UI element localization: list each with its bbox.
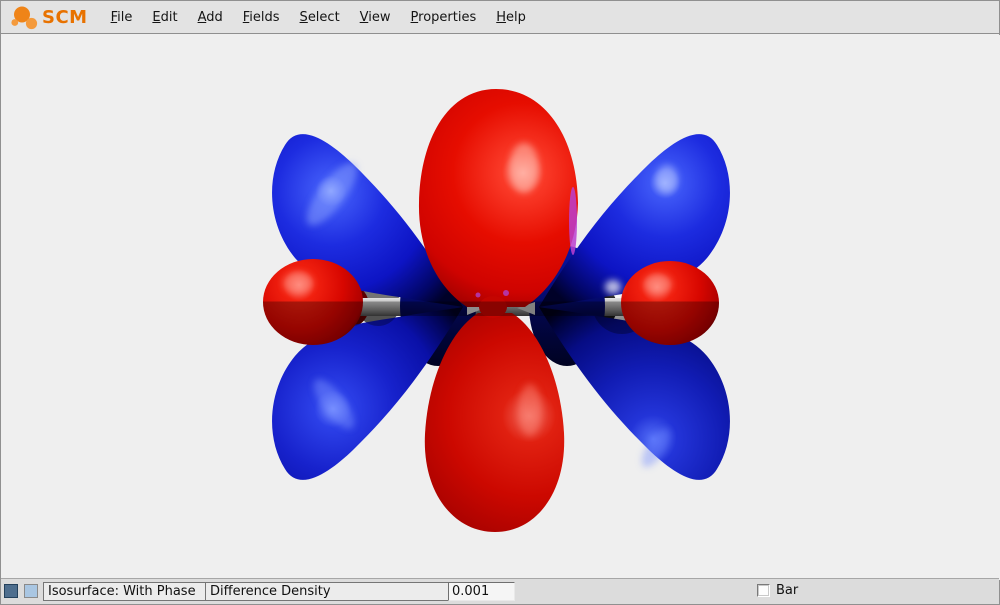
- menu-select[interactable]: Select: [292, 7, 348, 28]
- menu-properties[interactable]: Properties: [403, 7, 485, 28]
- scm-logo: SCM: [10, 4, 88, 31]
- statusbar: Isosurface: With Phase Difference Densit…: [1, 578, 999, 604]
- menu-add[interactable]: Add: [190, 7, 231, 28]
- bar-checkbox[interactable]: Bar: [757, 583, 798, 598]
- checkbox-icon[interactable]: [757, 584, 770, 597]
- menu-edit[interactable]: Edit: [144, 7, 185, 28]
- field-name-selector[interactable]: Difference Density: [205, 582, 449, 601]
- difference-density-render: [1, 35, 1000, 580]
- isosurface-mode-field[interactable]: Isosurface: With Phase: [43, 582, 206, 601]
- overlap-dot-2: [476, 293, 481, 298]
- isovalue-input[interactable]: [448, 582, 515, 601]
- menu-fields[interactable]: Fields: [235, 7, 288, 28]
- scm-logo-icon: [10, 4, 40, 31]
- positive-lobe-top: [419, 89, 578, 307]
- color-swatch-light-button[interactable]: [24, 584, 38, 598]
- color-swatch-dark-button[interactable]: [4, 584, 18, 598]
- menu-view[interactable]: View: [352, 7, 399, 28]
- menu-file[interactable]: File: [103, 7, 141, 28]
- menubar: SCM File Edit Add Fields Select View Pro…: [1, 1, 999, 34]
- molecule-3d-viewport[interactable]: [1, 35, 1000, 580]
- overlap-dot-1: [503, 290, 509, 296]
- overlap-sliver: [569, 187, 577, 255]
- menu-help[interactable]: Help: [488, 7, 534, 28]
- adf-view-window: { "menubar": { "logo": "SCM", "items": […: [0, 0, 1000, 605]
- scm-logo-text: SCM: [42, 7, 88, 28]
- bar-checkbox-label: Bar: [776, 583, 798, 598]
